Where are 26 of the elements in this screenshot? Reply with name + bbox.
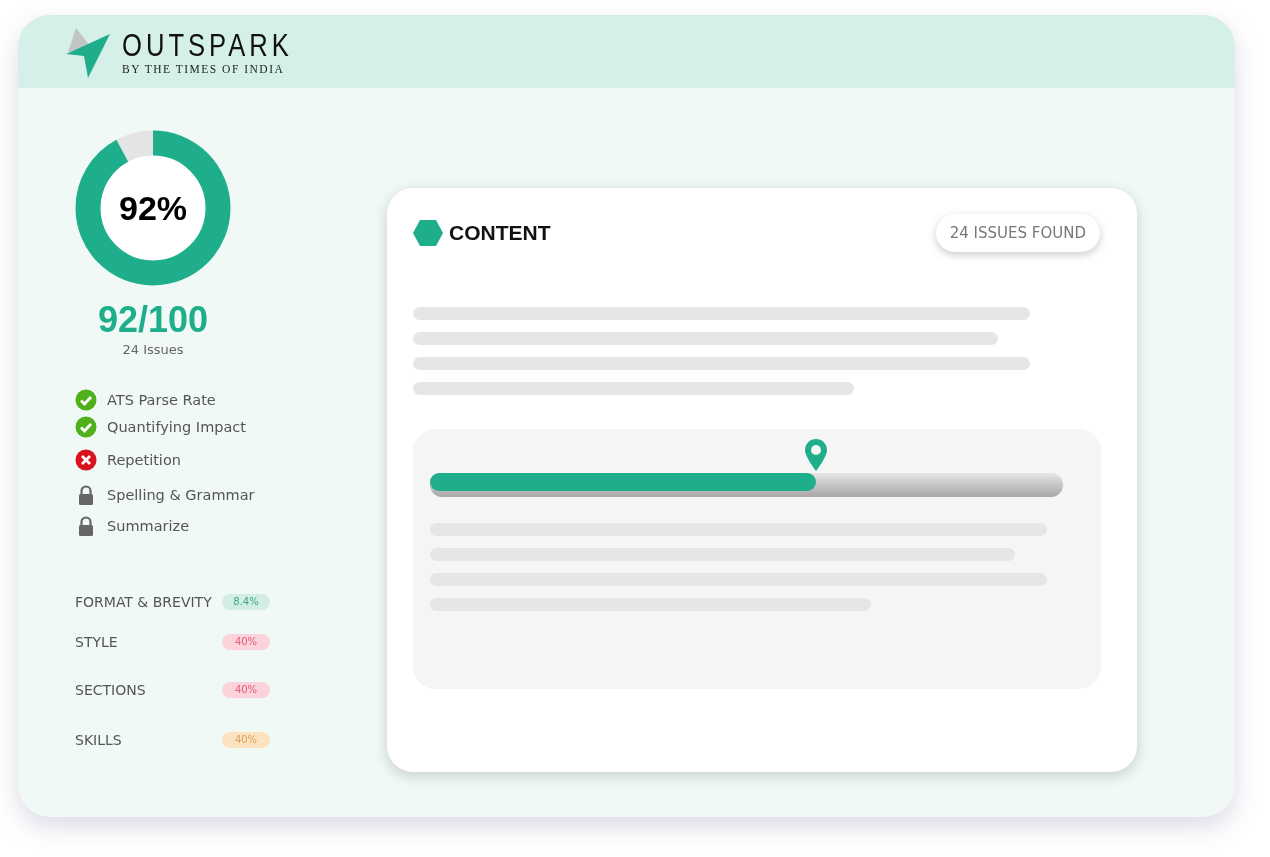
- category-label: SECTIONS: [75, 681, 146, 698]
- check-label: Summarize: [107, 517, 190, 534]
- brand-name: OUTSPARK: [122, 28, 293, 61]
- check-label: Quantifying Impact: [107, 418, 246, 435]
- brand-tagline: BY THE TIMES OF INDIA: [122, 62, 286, 75]
- percent-tag: 40%: [222, 633, 270, 650]
- category-label: FORMAT & BREVITY: [75, 593, 212, 610]
- check-label: ATS Parse Rate: [107, 391, 216, 408]
- category-label: STYLE: [75, 633, 118, 650]
- score-total: 92/100: [96, 300, 210, 340]
- issues-found-badge: 24 ISSUES FOUND: [935, 214, 1100, 252]
- check-icon: [75, 388, 97, 411]
- check-label: Repetition: [107, 451, 181, 468]
- check-label: Spelling & Grammar: [107, 486, 255, 503]
- percent-tag: 40%: [222, 681, 270, 698]
- category-label: SKILLS: [75, 731, 122, 748]
- check-icon: [75, 415, 97, 438]
- issues-count: 24 Issues: [121, 341, 185, 357]
- section-title: CONTENT: [449, 221, 551, 245]
- percent-tag: 40%: [222, 731, 270, 748]
- donut-remainder: [116, 130, 154, 163]
- score-percent: 92%: [118, 188, 188, 228]
- hexagon-icon: [413, 220, 443, 246]
- error-icon: [75, 448, 97, 471]
- map-pin-icon: [804, 439, 829, 471]
- percent-tag: 8.4%: [222, 593, 270, 610]
